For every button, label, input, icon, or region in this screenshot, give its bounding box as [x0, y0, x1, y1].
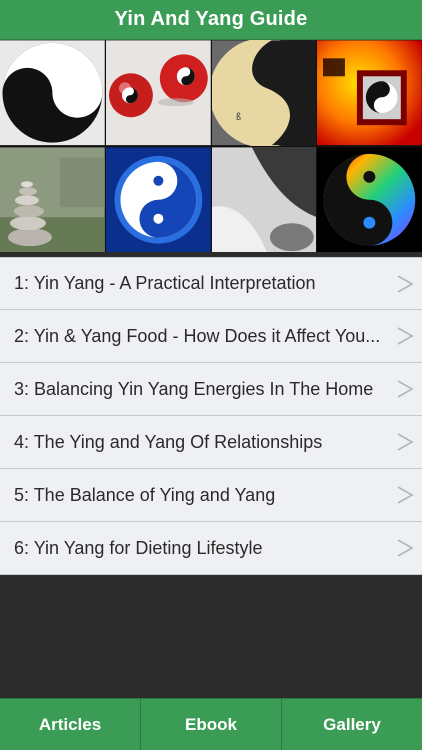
tab-articles[interactable]: Articles [0, 699, 141, 750]
chevron-right-icon [396, 537, 414, 559]
yin-yang-red-symbol-image[interactable] [317, 40, 422, 146]
list-item[interactable]: 5: The Balance of Ying and Yang [0, 469, 422, 522]
list-item-label: 2: Yin & Yang Food - How Does it Affect … [14, 325, 381, 346]
blue-yin-yang-globe-image[interactable] [105, 146, 211, 253]
list-item[interactable]: 4: The Ying and Yang Of Relationships [0, 416, 422, 469]
rainbow-yin-yang-image[interactable] [317, 146, 422, 253]
chevron-right-icon [396, 325, 414, 347]
list-item[interactable]: 6: Yin Yang for Dieting Lifestyle [0, 522, 422, 575]
svg-text:ß: ß [235, 112, 240, 123]
page-title: Yin And Yang Guide [114, 8, 308, 30]
tab-bar: Articles Ebook Gallery [0, 698, 422, 750]
list-item-label: 4: The Ying and Yang Of Relationships [14, 431, 323, 452]
list-item[interactable]: 1: Yin Yang - A Practical Interpretation [0, 257, 422, 310]
list-item-label: 1: Yin Yang - A Practical Interpretation [14, 273, 316, 293]
list-item-label: 6: Yin Yang for Dieting Lifestyle [14, 537, 263, 558]
tab-ebook[interactable]: Ebook [141, 699, 282, 750]
chevron-right-icon [396, 431, 414, 453]
chevron-right-icon [396, 484, 414, 506]
image-gallery-grid: ß [0, 40, 422, 252]
yin-yang-classic-image[interactable] [0, 40, 105, 146]
chevron-right-icon [396, 378, 414, 400]
article-list: 1: Yin Yang - A Practical Interpretation… [0, 257, 422, 575]
chevron-right-icon [396, 273, 414, 295]
nav-bar: Yin And Yang Guide [0, 0, 422, 40]
yin-yang-rice-image[interactable]: ß [211, 40, 317, 146]
tab-gallery[interactable]: Gallery [282, 699, 422, 750]
stacked-stones-image[interactable] [0, 146, 105, 253]
list-item[interactable]: 2: Yin & Yang Food - How Does it Affect … [0, 310, 422, 363]
rocks-contrast-image[interactable] [211, 146, 317, 253]
list-item-label: 3: Balancing Yin Yang Energies In The Ho… [14, 378, 374, 399]
list-item[interactable]: 3: Balancing Yin Yang Energies In The Ho… [0, 363, 422, 416]
list-item-label: 5: The Balance of Ying and Yang [14, 484, 276, 505]
yin-yang-balls-image[interactable] [105, 40, 211, 146]
